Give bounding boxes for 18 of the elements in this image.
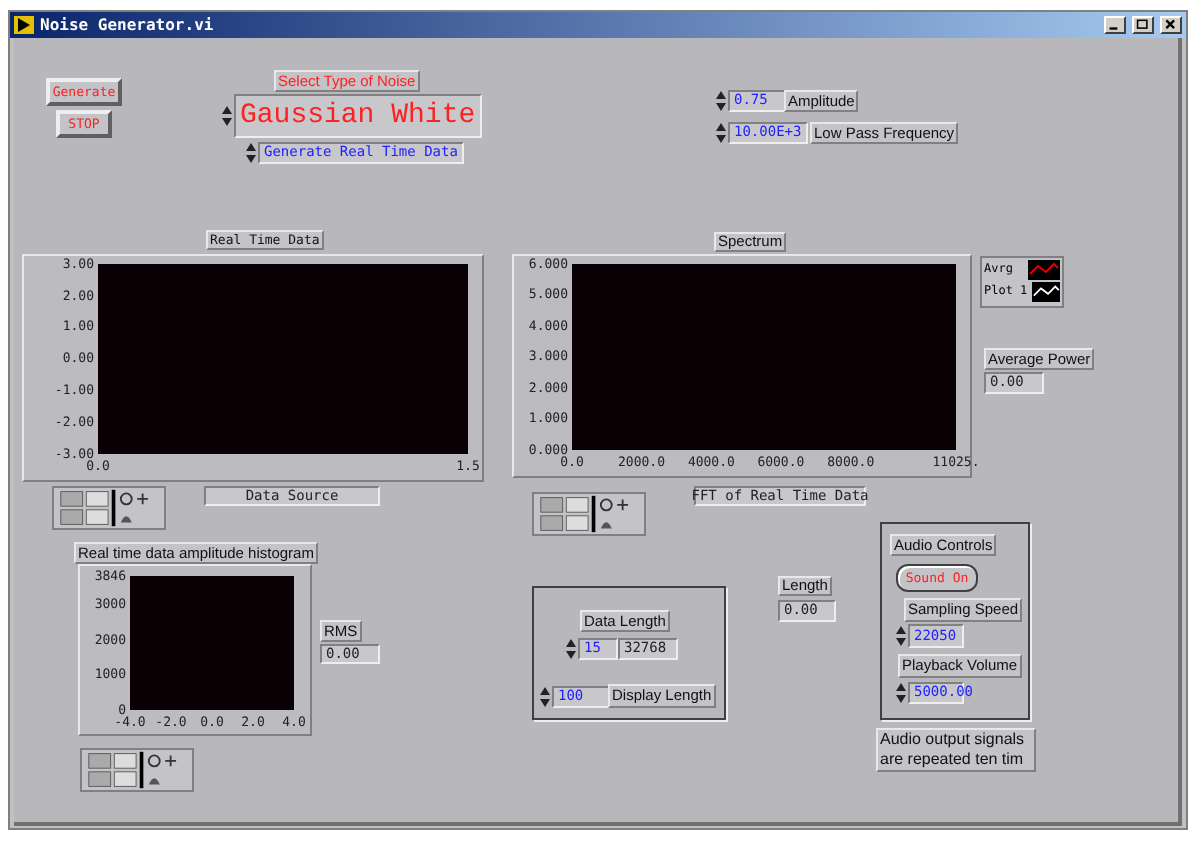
increment-arrows-icon[interactable] bbox=[896, 682, 906, 704]
line-swatch-icon bbox=[1028, 260, 1060, 280]
close-icon[interactable] bbox=[1160, 16, 1182, 34]
minimize-icon[interactable] bbox=[1104, 16, 1126, 34]
line-swatch-icon bbox=[1031, 282, 1060, 302]
window-title: Noise Generator.vi bbox=[40, 16, 216, 34]
increment-arrows-icon[interactable] bbox=[716, 90, 726, 112]
increment-arrows-icon[interactable] bbox=[246, 142, 256, 164]
increment-arrows-icon[interactable] bbox=[896, 624, 906, 648]
increment-arrows-icon[interactable] bbox=[716, 122, 726, 144]
maximize-icon[interactable] bbox=[1132, 16, 1154, 34]
increment-arrows-icon[interactable] bbox=[566, 638, 576, 660]
note-label: Audio output signals are repeated ten tim bbox=[876, 728, 1036, 772]
graph-palette[interactable] bbox=[52, 486, 166, 530]
app-icon bbox=[14, 16, 34, 34]
increment-arrows-icon[interactable] bbox=[540, 686, 550, 708]
graph-palette[interactable] bbox=[80, 748, 194, 792]
graph-palette[interactable] bbox=[532, 492, 646, 536]
